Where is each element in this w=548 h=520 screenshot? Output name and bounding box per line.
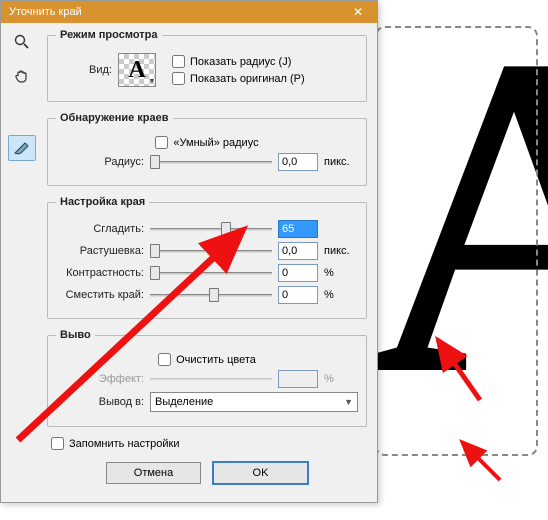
checkbox-smart-radius[interactable]: «Умный» радиус — [155, 136, 258, 149]
label-effect: Эффект: — [56, 373, 144, 385]
input-radius[interactable] — [278, 153, 318, 171]
refine-brush-tool[interactable] — [8, 135, 36, 161]
select-output-dest[interactable]: Выделение ▼ — [150, 392, 358, 412]
label-view: Вид: — [56, 64, 112, 76]
unit-shift: % — [324, 289, 358, 301]
legend-edge-detect: Обнаружение краев — [56, 112, 173, 124]
label-contrast: Контрастность: — [56, 267, 144, 279]
legend-view-mode: Режим просмотра — [56, 29, 162, 41]
slider-radius[interactable] — [150, 154, 272, 170]
selection-outline — [375, 26, 538, 456]
group-output: Выво Очистить цвета Эффект: % Вывод в: В… — [47, 329, 367, 427]
chevron-down-icon: ▼ — [344, 397, 353, 407]
view-thumbnail[interactable]: A ▼ — [118, 53, 156, 87]
dialog-refine-edge: Уточнить край ✕ Режим просмотра Вид: — [0, 0, 378, 503]
window-title: Уточнить край — [9, 6, 343, 18]
group-edge-adjust: Настройка края Сгладить: Растушевка: пик… — [47, 196, 367, 319]
label-shift: Сместить край: — [56, 289, 144, 301]
input-smooth[interactable] — [278, 220, 318, 238]
label-radius: Радиус: — [56, 156, 144, 168]
input-shift[interactable] — [278, 286, 318, 304]
legend-edge-adjust: Настройка края — [56, 196, 149, 208]
checkbox-show-radius[interactable]: Показать радиус (J) — [172, 55, 358, 68]
slider-effect — [150, 371, 272, 387]
titlebar: Уточнить край ✕ — [1, 1, 377, 23]
group-view-mode: Режим просмотра Вид: A ▼ Показать радиус… — [47, 29, 367, 102]
checkbox-remember[interactable]: Запомнить настройки — [51, 437, 367, 450]
close-button[interactable]: ✕ — [343, 3, 373, 21]
hand-tool[interactable] — [8, 63, 36, 89]
slider-smooth[interactable] — [150, 221, 272, 237]
input-feather[interactable] — [278, 242, 318, 260]
slider-contrast[interactable] — [150, 265, 272, 281]
cancel-button[interactable]: Отмена — [106, 462, 201, 484]
unit-radius: пикс. — [324, 156, 358, 168]
label-feather: Растушевка: — [56, 245, 144, 257]
label-output-dest: Вывод в: — [56, 396, 144, 408]
input-effect — [278, 370, 318, 388]
slider-shift[interactable] — [150, 287, 272, 303]
legend-output: Выво — [56, 329, 95, 341]
label-smooth: Сгладить: — [56, 223, 144, 235]
group-edge-detect: Обнаружение краев «Умный» радиус Радиус:… — [47, 112, 367, 186]
unit-feather: пикс. — [324, 245, 358, 257]
checkbox-clean-colors[interactable]: Очистить цвета — [158, 353, 256, 366]
ok-button[interactable]: OK — [213, 462, 308, 484]
checkbox-show-original[interactable]: Показать оригинал (P) — [172, 72, 358, 85]
zoom-tool[interactable] — [8, 29, 36, 55]
tool-strip — [1, 23, 43, 502]
input-contrast[interactable] — [278, 264, 318, 282]
slider-feather[interactable] — [150, 243, 272, 259]
unit-contrast: % — [324, 267, 358, 279]
unit-effect: % — [324, 373, 358, 385]
